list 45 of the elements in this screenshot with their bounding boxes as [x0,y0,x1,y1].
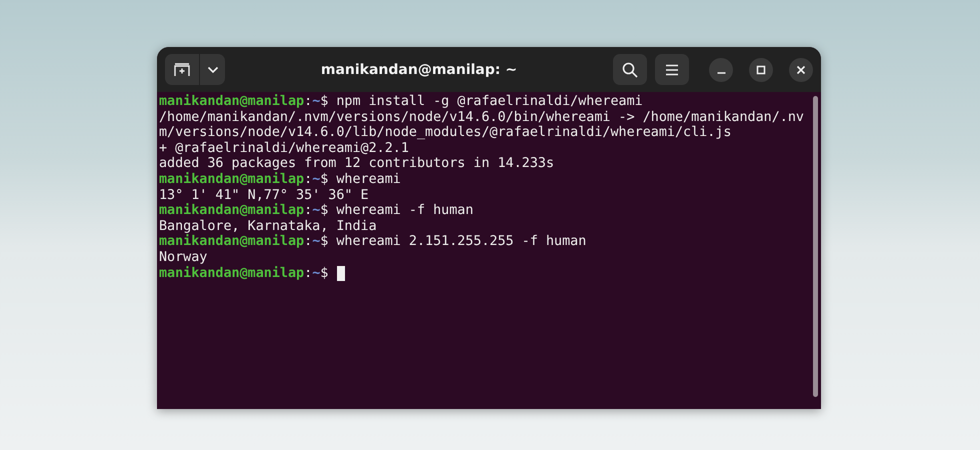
close-button[interactable] [789,58,813,82]
search-button[interactable] [613,54,647,85]
prompt-symbol: $ [320,172,328,188]
prompt-user-host: manikandan@manilap [159,172,304,188]
menu-icon [665,64,679,76]
prompt-path: ~ [312,266,320,282]
prompt-symbol: $ [320,203,328,219]
search-icon [622,62,638,78]
output-text: m/versions/node/v14.6.0/lib/node_modules/@rafaelrinaldi/whereami/cli.js [159,125,732,141]
prompt-symbol: $ [320,94,328,110]
window-title: manikandan@manilap: ~ [320,62,518,78]
prompt-user-host: manikandan@manilap [159,94,304,110]
prompt-separator: : [304,94,312,110]
prompt-path: ~ [312,172,320,188]
output-text: /home/manikandan/.nvm/versions/node/v14.6.0/bin/whereami -> /home/manikandan/.nv [159,110,804,126]
prompt-separator: : [304,203,312,219]
prompt-user-host: manikandan@manilap [159,203,304,219]
close-icon [796,64,806,74]
prompt-path: ~ [312,94,320,110]
maximize-icon [756,64,766,74]
scrollbar[interactable] [813,96,818,397]
command-text: npm install -g @rafaelrinaldi/whereami [335,94,643,110]
maximize-button[interactable] [749,58,773,82]
minimize-icon [716,72,726,74]
chevron-down-icon [206,66,218,74]
prompt-user-host: manikandan@manilap [159,234,304,250]
output-text: 13° 1' 41" N,77° 35' 36" E [159,188,369,203]
command-text: whereami 2.151.255.255 -f human [335,234,586,250]
prompt-symbol: $ [320,234,328,250]
minimize-button[interactable] [709,58,733,82]
menu-button[interactable] [655,54,689,85]
prompt-user-host: manikandan@manilap [159,266,304,282]
prompt-path: ~ [312,234,320,250]
prompt-separator: : [304,266,312,282]
prompt-symbol: $ [320,266,328,282]
output-text: Norway [159,250,208,266]
output-text: added 36 packages from 12 contributors in 14.233s [159,156,554,172]
output-text: Bangalore, Karnataka, India [159,218,377,234]
new-tab-icon [174,62,190,76]
output-text: + @rafaelrinaldi/whereami@2.2.1 [159,140,409,156]
command-text: whereami -f human [335,203,474,219]
prompt-path: ~ [312,203,320,219]
prompt-separator: : [304,234,312,250]
command-text: whereami [335,172,401,188]
prompt-separator: : [304,172,312,188]
